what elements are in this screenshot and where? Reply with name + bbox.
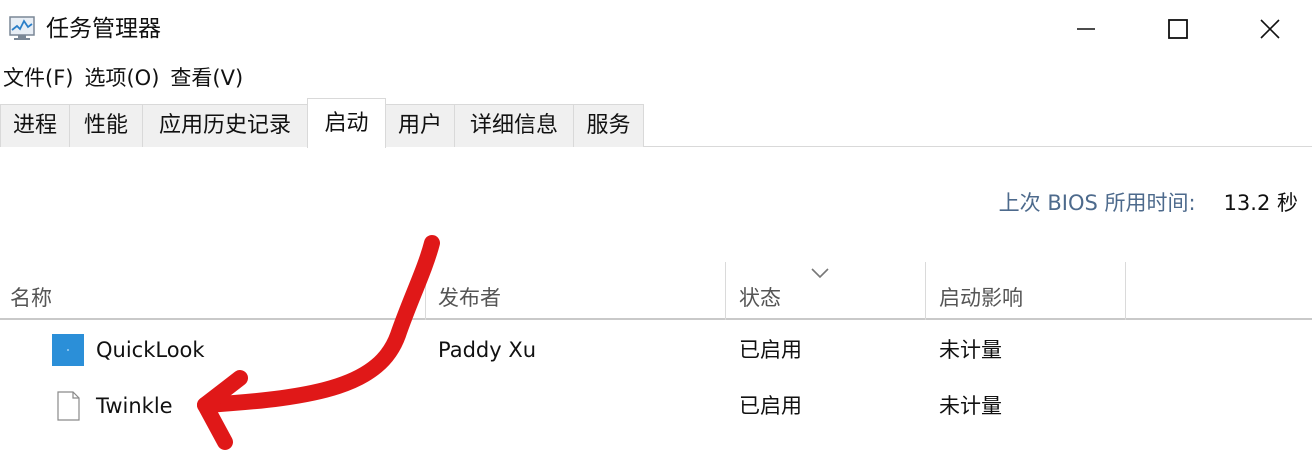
title-bar: 任务管理器	[0, 0, 1312, 58]
menu-view[interactable]: 查看(V)	[167, 61, 246, 95]
close-icon	[1260, 19, 1280, 39]
window-title: 任务管理器	[46, 16, 161, 42]
row-publisher: Paddy Xu	[438, 338, 537, 362]
column-divider[interactable]	[725, 262, 726, 320]
task-manager-icon	[8, 14, 40, 44]
table-header: 名称 发布者 状态 启动影响	[0, 262, 1312, 320]
sort-descending-icon	[810, 264, 830, 283]
tab-performance[interactable]: 性能	[69, 104, 143, 147]
column-header-publisher[interactable]: 发布者	[428, 262, 726, 320]
menu-options[interactable]: 选项(O)	[81, 61, 162, 95]
row-impact: 未计量	[939, 338, 1002, 362]
column-divider[interactable]	[1125, 262, 1126, 320]
tab-users[interactable]: 用户	[385, 104, 455, 147]
tab-bar: 进程 性能 应用历史记录 启动 用户 详细信息 服务	[0, 98, 1312, 148]
tab-processes[interactable]: 进程	[0, 104, 70, 147]
column-header-impact[interactable]: 启动影响	[929, 262, 1125, 320]
row-impact: 未计量	[939, 394, 1002, 418]
column-header-name[interactable]: 名称	[0, 262, 426, 320]
maximize-icon	[1168, 19, 1188, 39]
quicklook-app-icon	[52, 334, 84, 366]
bios-time-value: 13.2 秒	[1223, 191, 1298, 215]
minimize-icon	[1077, 28, 1095, 30]
row-status: 已启用	[739, 394, 802, 418]
tab-services[interactable]: 服务	[573, 104, 644, 147]
blank-file-icon	[52, 390, 84, 422]
maximize-button[interactable]	[1132, 0, 1224, 58]
row-name: QuickLook	[96, 338, 205, 362]
menu-file[interactable]: 文件(F)	[0, 61, 76, 95]
tab-startup[interactable]: 启动	[307, 98, 386, 148]
tab-app-history[interactable]: 应用历史记录	[142, 104, 308, 147]
bios-time: 上次 BIOS 所用时间: 13.2 秒	[999, 185, 1298, 221]
close-button[interactable]	[1224, 0, 1312, 58]
bios-time-label: 上次 BIOS 所用时间:	[998, 191, 1196, 215]
row-name: Twinkle	[96, 394, 173, 418]
minimize-button[interactable]	[1040, 0, 1132, 58]
row-status: 已启用	[739, 338, 802, 362]
tab-details[interactable]: 详细信息	[454, 104, 574, 147]
menu-bar: 文件(F) 选项(O) 查看(V)	[0, 60, 251, 96]
table-row[interactable]: Twinkle 已启用 未计量	[0, 378, 1312, 434]
column-divider[interactable]	[425, 262, 426, 320]
column-divider[interactable]	[925, 262, 926, 320]
table-row[interactable]: QuickLook Paddy Xu 已启用 未计量	[0, 322, 1312, 378]
